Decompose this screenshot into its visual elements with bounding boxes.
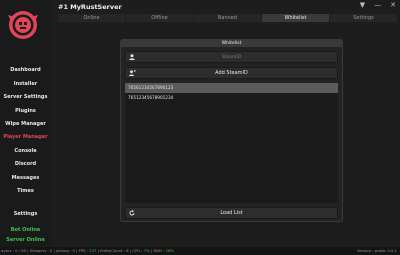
minimize-icon[interactable]: — <box>374 0 381 10</box>
window-controls: ▼ — ✕ <box>360 0 396 10</box>
add-steamid-label: Add SteamID <box>215 70 248 76</box>
load-list-label: Load List <box>220 210 243 216</box>
load-list-button[interactable]: Load List <box>125 207 338 219</box>
sidebar-item-plugins[interactable]: Plugins <box>0 108 51 114</box>
steamid-input[interactable]: SteamID <box>125 51 338 63</box>
sidebar-item-discord[interactable]: Discord <box>0 161 51 167</box>
fps-value: 237 <box>89 248 97 253</box>
server-title: #1 MyRustServer <box>58 3 122 11</box>
list-item[interactable]: 76512345678901234 <box>125 93 338 103</box>
server-stats: ayers : 0 / 50 | Sleepers : 0 | Joining … <box>1 247 174 255</box>
sidebar-item-settings[interactable]: Settings <box>0 211 51 217</box>
whitelist-panel: Whitelist SteamID Add SteamID 7656123456… <box>120 39 343 222</box>
tab-settings[interactable]: Settings <box>330 14 398 22</box>
entity-stats: | EntityCount : 6 | CPU : <box>97 248 143 253</box>
close-icon[interactable]: ✕ <box>390 0 396 10</box>
sidebar: Dashboard Installer Server Settings Plug… <box>0 0 51 247</box>
whitelist-list[interactable]: 76561234567890123 76512345678901234 <box>125 83 338 203</box>
list-item[interactable]: 76561234567890123 <box>125 83 338 93</box>
tab-whitelist[interactable]: Whitelist <box>262 14 330 22</box>
tab-banned[interactable]: Banned <box>194 14 262 22</box>
dropdown-menu-icon[interactable]: ▼ <box>360 0 365 10</box>
add-steamid-button[interactable]: Add SteamID <box>125 67 338 79</box>
user-icon <box>126 54 138 60</box>
sidebar-item-player-manager[interactable]: Player Manager <box>0 134 51 140</box>
players-stats: ayers : 0 / 50 | Sleepers : 0 | Joining … <box>1 248 88 253</box>
sidebar-item-console[interactable]: Console <box>0 148 51 154</box>
ram-label: | RAM : <box>150 248 165 253</box>
bot-status: Bot Online <box>10 227 41 233</box>
panel-title: Whitelist <box>121 40 342 47</box>
steamid-placeholder: SteamID <box>221 54 242 60</box>
sidebar-item-server-settings[interactable]: Server Settings <box>0 94 51 100</box>
refresh-icon <box>126 210 138 216</box>
app-logo-icon <box>8 10 38 40</box>
ram-value: 26% <box>165 248 174 253</box>
cpu-value: 7% <box>143 248 150 253</box>
server-status: Server Online <box>6 237 45 243</box>
sidebar-item-times[interactable]: Times <box>0 188 51 194</box>
version-label: Version : public 0.0.1 <box>357 248 397 253</box>
sidebar-item-messages[interactable]: Messages <box>0 175 51 181</box>
sidebar-item-wipe-manager[interactable]: Wipe Manager <box>0 121 51 127</box>
tab-online[interactable]: Online <box>58 14 126 22</box>
sidebar-item-dashboard[interactable]: Dashboard <box>0 67 51 73</box>
status-bar: ayers : 0 / 50 | Sleepers : 0 | Joining … <box>0 247 400 255</box>
add-users-icon <box>126 70 138 76</box>
player-tabs: Online Offline Banned Whitelist Settings <box>58 14 398 22</box>
sidebar-item-installer[interactable]: Installer <box>0 81 51 87</box>
tab-offline[interactable]: Offline <box>126 14 194 22</box>
